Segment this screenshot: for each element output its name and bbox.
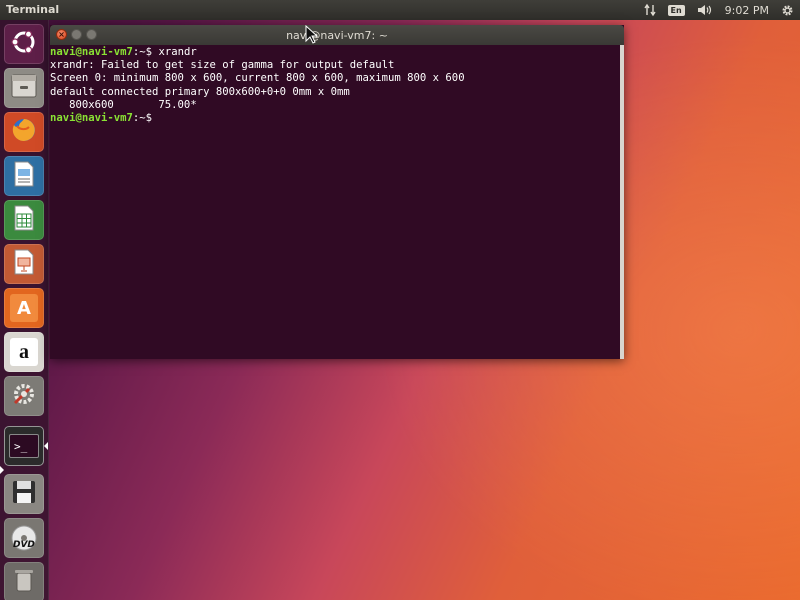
launcher-firefox[interactable] (4, 112, 44, 152)
launcher-calc[interactable] (4, 200, 44, 240)
running-indicator (0, 466, 4, 474)
window-titlebar[interactable]: × navi@navi-vm7: ~ (50, 25, 624, 45)
trash-icon (9, 565, 39, 599)
terminal-line: Screen 0: minimum 800 x 600, current 800… (50, 72, 465, 85)
launcher-amazon[interactable]: a (4, 332, 44, 372)
terminal-line: 800x600 75.00* (50, 98, 197, 111)
launcher-system-settings[interactable] (4, 376, 44, 416)
terminal-icon: >_ (9, 434, 39, 458)
prompt-user: navi@navi-vm7 (50, 112, 133, 125)
settings-tools-icon (9, 379, 39, 413)
firefox-icon (9, 115, 39, 149)
document-icon (9, 159, 39, 193)
launcher: A a >_ DVD (0, 20, 49, 600)
dvd-icon: DVD (9, 523, 39, 553)
amazon-icon: a (10, 338, 38, 366)
volume-icon[interactable] (697, 3, 713, 17)
terminal-window[interactable]: × navi@navi-vm7: ~ navi@navi-vm7:~$ xran… (50, 25, 624, 359)
ubuntu-logo-icon (9, 27, 39, 61)
window-title: navi@navi-vm7: ~ (286, 29, 388, 42)
clock[interactable]: 9:02 PM (725, 4, 769, 17)
keyboard-layout-indicator[interactable]: En (667, 4, 685, 16)
prompt-path: :~$ (132, 46, 153, 58)
indicator-area: En 9:02 PM (643, 1, 795, 19)
spreadsheet-icon (9, 203, 39, 237)
launcher-terminal[interactable]: >_ (4, 426, 44, 466)
command-text: xrandr (152, 46, 197, 58)
launcher-impress[interactable] (4, 244, 44, 284)
network-updown-icon[interactable] (643, 3, 656, 17)
ubuntu-dash-button[interactable] (4, 24, 44, 64)
launcher-dvd[interactable]: DVD (4, 518, 44, 558)
dvd-label: DVD (13, 540, 35, 550)
terminal-line: default connected primary 800x600+0+0 0m… (50, 85, 350, 98)
scrollbar[interactable] (620, 45, 624, 359)
prompt-path: :~$ (132, 112, 153, 125)
launcher-software[interactable]: A (4, 288, 44, 328)
presentation-icon (9, 247, 39, 281)
terminal-output[interactable]: navi@navi-vm7:~$ xrandr xrandr: Failed to… (50, 45, 624, 359)
mouse-pointer-icon (305, 25, 319, 44)
top-panel: Terminal En 9:02 PM (0, 0, 800, 20)
terminal-line: navi@navi-vm7:~$ (50, 112, 624, 125)
shopping-bag-icon: A (10, 294, 38, 322)
command-text (152, 112, 158, 124)
launcher-save-disk[interactable] (4, 474, 44, 514)
keyboard-layout-label: En (667, 4, 685, 16)
launcher-writer[interactable] (4, 156, 44, 196)
launcher-trash[interactable] (4, 562, 44, 600)
focused-indicator (44, 442, 48, 450)
active-app-title: Terminal (6, 3, 60, 16)
terminal-line: xrandr: Failed to get size of gamma for … (50, 59, 395, 72)
prompt-user: navi@navi-vm7 (50, 46, 133, 58)
launcher-files[interactable] (4, 68, 44, 108)
floppy-disk-icon (9, 477, 39, 511)
gear-icon[interactable] (781, 4, 794, 17)
terminal-line: navi@navi-vm7:~$ xrandr (50, 46, 624, 59)
file-cabinet-icon (9, 71, 39, 105)
